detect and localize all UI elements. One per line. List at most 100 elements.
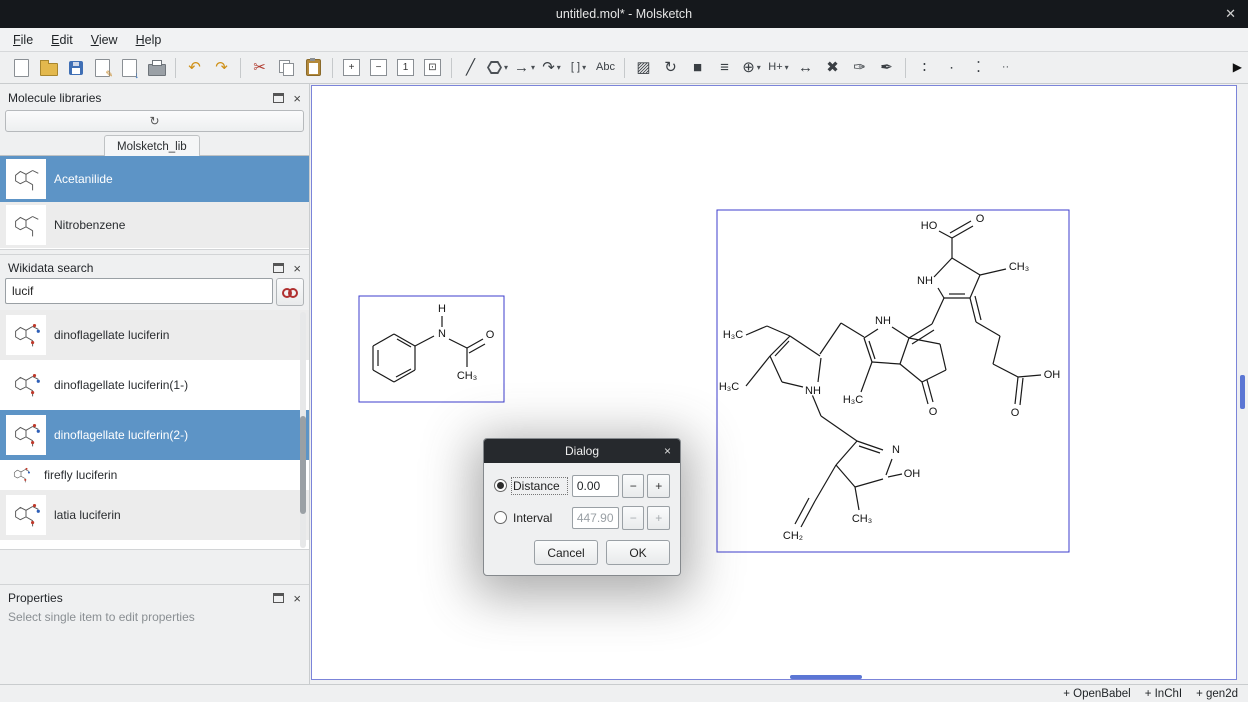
wikidata-search-button[interactable] [276, 278, 304, 306]
hatch-tool[interactable]: ▨ [631, 55, 656, 81]
bond[interactable] [820, 323, 841, 354]
bond[interactable] [940, 344, 946, 370]
bond[interactable] [950, 221, 971, 233]
delete-tool[interactable]: ✖ [820, 55, 845, 81]
zoom-original[interactable]: 1 [393, 55, 418, 81]
copy[interactable] [274, 55, 299, 81]
atom-label[interactable]: NH [875, 315, 891, 327]
bond[interactable] [841, 323, 864, 337]
interval-radio[interactable] [494, 511, 507, 524]
dialog-titlebar[interactable]: Dialog × [484, 439, 680, 463]
bond[interactable] [855, 479, 883, 487]
flip-horizontal-tool[interactable]: ✑ [847, 55, 872, 81]
bond[interactable] [746, 356, 770, 386]
bond[interactable] [900, 364, 922, 382]
atom-label[interactable]: CH₃ [852, 513, 872, 525]
bond[interactable] [909, 324, 932, 338]
atom-label[interactable]: O [1011, 407, 1020, 419]
atom-label[interactable]: O [976, 213, 985, 225]
selection-box[interactable] [359, 296, 504, 402]
bond[interactable] [821, 416, 857, 441]
text-tool[interactable]: Abc [593, 55, 618, 81]
search-result-item[interactable]: dinoflagellate luciferin(2-) [0, 410, 309, 460]
dialog-close-button[interactable]: × [664, 444, 671, 458]
refresh-libraries-button[interactable]: ↻ [5, 110, 304, 132]
molecule-luciferin[interactable]: HOOCH₃NHNHH₃CH₃CNHH₃COHOONOHCH₂CH₃ [717, 210, 1069, 552]
float-panel-icon[interactable] [273, 263, 284, 273]
distance-label[interactable]: Distance [513, 479, 566, 493]
connect-tool[interactable]: ↔ [793, 55, 818, 81]
search-result-item[interactable]: firefly luciferin [0, 460, 309, 490]
atom-label[interactable]: H₃C [723, 329, 743, 341]
library-item[interactable]: Nitrobenzene [0, 202, 309, 248]
atom-label[interactable]: NH [917, 275, 933, 287]
float-panel-icon[interactable] [273, 593, 284, 603]
bond[interactable] [449, 339, 467, 348]
atom-label[interactable]: H₃C [719, 381, 739, 393]
bond[interactable] [859, 446, 880, 453]
undo[interactable]: ↶ [182, 55, 207, 81]
menu-help[interactable]: Help [127, 31, 171, 49]
drawing-canvas[interactable]: HNOCH₃HOOCH₃NHNHH₃CH₃CNHH₃COHOONOHCH₂CH₃ [311, 85, 1237, 680]
bond[interactable] [938, 288, 944, 298]
ring-tool[interactable]: ▾ [485, 55, 510, 81]
molecule-scene[interactable]: HNOCH₃HOOCH₃NHNHH₃CH₃CNHH₃COHOONOHCH₂CH₃ [312, 86, 1236, 679]
dropdown-caret-icon[interactable]: ▾ [785, 63, 789, 72]
export-image[interactable] [117, 55, 142, 81]
bond[interactable] [857, 441, 883, 450]
bond[interactable] [900, 338, 909, 364]
bond[interactable] [815, 465, 836, 501]
bond[interactable] [1020, 378, 1023, 405]
bond[interactable] [886, 459, 892, 475]
hydrogen-count-tool[interactable]: H+▾ [766, 55, 791, 81]
bond[interactable] [976, 322, 1000, 336]
line-width-tool[interactable]: ≡ [712, 55, 737, 81]
bond[interactable] [864, 329, 878, 338]
bond[interactable] [952, 226, 973, 238]
color-picker[interactable]: ■ [685, 55, 710, 81]
dropdown-caret-icon[interactable]: ▾ [582, 63, 586, 72]
search-result-item[interactable]: latia luciferin [0, 490, 309, 540]
bracket-tool[interactable]: [ ]▾ [566, 55, 591, 81]
bond[interactable] [922, 382, 928, 404]
bond[interactable] [782, 382, 803, 387]
zoom-fit[interactable]: ⊡ [420, 55, 445, 81]
rotate-tool[interactable]: ↻ [658, 55, 683, 81]
bond[interactable] [952, 258, 980, 275]
bond[interactable] [855, 487, 859, 510]
atom-label[interactable]: N [438, 328, 446, 340]
tab-molsketch-lib[interactable]: Molsketch_lib [104, 135, 200, 157]
distance-input[interactable]: 0.00 [572, 475, 619, 497]
bond[interactable] [888, 474, 902, 477]
bond[interactable] [836, 465, 855, 487]
bond[interactable] [770, 356, 782, 382]
bond[interactable] [373, 370, 394, 382]
library-panel-close-button[interactable]: × [293, 92, 301, 105]
save-as[interactable] [90, 55, 115, 81]
bond[interactable] [746, 326, 767, 335]
bond[interactable] [1018, 375, 1041, 377]
distance-increment-button[interactable]: + [647, 474, 670, 498]
zoom-in[interactable]: + [339, 55, 364, 81]
draw-bond-tool[interactable]: ╱ [458, 55, 483, 81]
paste[interactable] [301, 55, 326, 81]
bond[interactable] [415, 336, 434, 346]
dropdown-caret-icon[interactable]: ▾ [757, 63, 761, 72]
bond[interactable] [980, 269, 1006, 275]
atom-label[interactable]: N [892, 444, 900, 456]
bond[interactable] [892, 327, 909, 338]
flip-vertical-tool[interactable]: ✒ [874, 55, 899, 81]
canvas-vertical-scrollbar-thumb[interactable] [1240, 375, 1245, 409]
bond[interactable] [927, 380, 933, 402]
save-file[interactable] [63, 55, 88, 81]
bond[interactable] [836, 441, 857, 465]
wikidata-search-input[interactable] [5, 278, 273, 304]
bond[interactable] [394, 334, 415, 346]
bond[interactable] [922, 370, 946, 382]
bond[interactable] [975, 296, 981, 320]
atom-label[interactable]: O [929, 406, 938, 418]
bond[interactable] [770, 336, 790, 356]
bond[interactable] [872, 362, 900, 364]
print[interactable] [144, 55, 169, 81]
zoom-out[interactable]: − [366, 55, 391, 81]
